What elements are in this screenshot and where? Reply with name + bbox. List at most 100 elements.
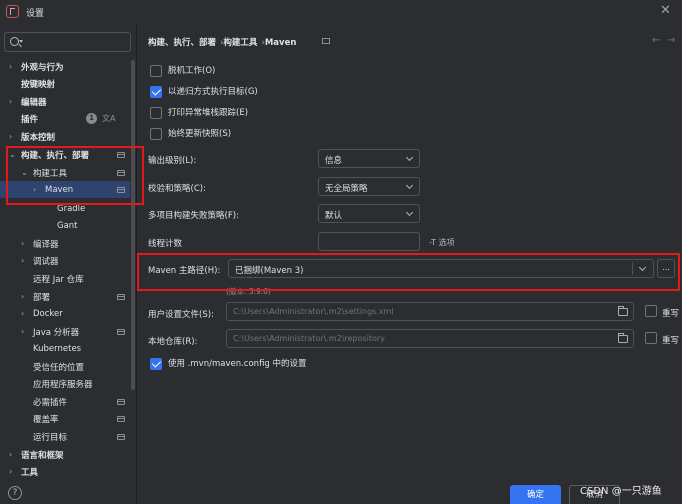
multiproject-fail-label: 多项目构建失败策略(F): [148,211,239,221]
chevron-right-icon[interactable]: › [9,62,12,71]
sidebar-item-label: 按键映射 [21,79,56,90]
offline-checkbox[interactable] [150,65,162,77]
print-stacktrace-label: 打印异常堆栈跟踪(E) [168,108,249,118]
browse-maven-home-button[interactable]: ... [657,259,675,278]
sidebar-item-label: Maven [45,184,74,195]
sidebar-item[interactable]: Gant [0,217,130,234]
chevron-right-icon[interactable]: › [33,185,36,194]
breadcrumb-item: Maven [264,38,297,48]
sidebar-item[interactable]: Gradle [0,200,130,217]
use-mvn-config-checkbox[interactable] [150,358,162,370]
sidebar-item[interactable]: › 外观与行为 [0,58,130,75]
sidebar-item-label: 部署 [33,292,51,303]
chevron-right-icon[interactable]: › [21,309,24,318]
sidebar-scrollbar[interactable] [131,60,135,390]
sidebar-item[interactable]: › Maven [0,181,130,198]
sidebar-item[interactable]: › 语言和框架 [0,446,130,463]
sidebar-item[interactable]: 必需插件 [0,393,130,410]
sidebar-item-label: 受信任的位置 [33,362,85,373]
update-snapshots-label: 始终更新快照(S) [168,129,232,139]
chevron-right-icon[interactable]: › [9,450,12,459]
sidebar-item[interactable]: 受信任的位置 [0,358,130,375]
thread-count-label: 线程计数 [148,239,183,249]
chevron-down-icon[interactable]: ⌄ [9,150,16,159]
back-arrow-icon[interactable]: ← [652,35,660,46]
breadcrumb-item[interactable]: 构建工具 [223,38,257,48]
local-repo-override-checkbox[interactable] [645,332,657,344]
pin-icon [117,398,125,405]
maven-home-label: Maven 主路径(H): [148,266,221,276]
pin-icon [117,328,125,335]
pin-icon [117,293,125,300]
maven-home-value: 已捆绑(Maven 3) [235,266,304,276]
breadcrumb-item[interactable]: 构建、执行、部署 [148,38,216,48]
thread-count-input[interactable] [318,232,420,251]
sidebar-item-label: 调试器 [33,256,59,267]
folder-icon[interactable] [618,306,628,316]
sidebar-item[interactable]: Kubernetes [0,340,130,357]
sidebar-item-label: Docker [33,308,63,319]
user-settings-input[interactable]: C:\Users\Administrator\.m2\settings.xml [226,302,634,321]
close-icon[interactable]: ✕ [660,3,671,18]
thread-count-hint: -T 选项 [429,238,455,247]
sidebar-item[interactable]: › Java 分析器 [0,323,130,340]
sidebar-item[interactable]: 插件 1 文A [0,110,130,127]
chevron-right-icon[interactable]: › [9,97,12,106]
ok-button[interactable]: 确定 [510,485,561,504]
maven-home-select[interactable]: 已捆绑(Maven 3) [228,259,654,278]
chevron-right-icon[interactable]: › [21,239,24,248]
sidebar-item-label: 外观与行为 [21,62,64,73]
divider [136,24,137,504]
user-settings-value: C:\Users\Administrator\.m2\settings.xml [233,307,394,316]
multiproject-fail-select[interactable]: 默认 [318,204,420,223]
forward-arrow-icon[interactable]: → [667,35,675,46]
sidebar-item[interactable]: › 工具 [0,463,130,480]
sidebar-item[interactable]: › 版本控制 [0,128,130,145]
chevron-down-icon [405,208,414,217]
local-repo-value: C:\Users\Administrator\.m2\repository [233,334,385,343]
chevron-right-icon[interactable]: › [9,132,12,141]
recursive-checkbox[interactable] [150,86,162,98]
print-stacktrace-checkbox[interactable] [150,107,162,119]
output-level-value: 信息 [325,156,343,166]
chevron-right-icon[interactable]: › [9,467,12,476]
update-snapshots-checkbox[interactable] [150,128,162,140]
user-settings-override-checkbox[interactable] [645,305,657,317]
sidebar-item[interactable]: 应用程序服务器 [0,375,130,392]
local-repo-input[interactable]: C:\Users\Administrator\.m2\repository [226,329,634,348]
help-icon[interactable]: ? [8,486,22,500]
chevron-right-icon[interactable]: › [21,292,24,301]
sidebar-item[interactable]: 运行目标 [0,428,130,445]
sidebar-item-label: Gradle [57,203,86,214]
pin-icon [117,186,125,193]
folder-icon[interactable] [618,333,628,343]
pin-icon [117,415,125,422]
search-input[interactable] [4,32,131,52]
sidebar-item-label: 编译器 [33,239,59,250]
chevron-down-icon [638,263,647,272]
chevron-right-icon[interactable]: › [21,327,24,336]
sidebar-item[interactable]: 覆盖率 [0,410,130,427]
local-repo-override-label: 重写 [662,336,680,346]
sidebar-item-label: 运行目标 [33,432,68,443]
app-logo-icon [6,5,19,18]
sidebar-item-label: Kubernetes [33,343,82,354]
checksum-policy-select[interactable]: 无全局策略 [318,177,420,196]
output-level-select[interactable]: 信息 [318,149,420,168]
sidebar-item[interactable]: ⌄ 构建、执行、部署 [0,146,130,163]
chevron-right-icon[interactable]: › [21,256,24,265]
sidebar-item[interactable]: › 编辑器 [0,93,130,110]
sidebar-item-label: 插件 [21,114,39,125]
sidebar-item[interactable]: › 调试器 [0,252,130,269]
pin-icon [117,433,125,440]
checksum-policy-label: 校验和策略(C): [148,184,206,194]
sidebar-item[interactable]: › 部署 [0,288,130,305]
pin-icon [117,169,125,176]
sidebar-item[interactable]: › 编译器 [0,235,130,252]
sidebar-item[interactable]: 按键映射 [0,75,130,92]
sidebar-item-label: 远程 Jar 仓库 [33,274,84,285]
sidebar-item[interactable]: 远程 Jar 仓库 [0,270,130,287]
chevron-down-icon[interactable]: ⌄ [21,168,28,177]
sidebar-item[interactable]: ⌄ 构建工具 [0,164,130,181]
sidebar-item[interactable]: › Docker [0,305,130,322]
